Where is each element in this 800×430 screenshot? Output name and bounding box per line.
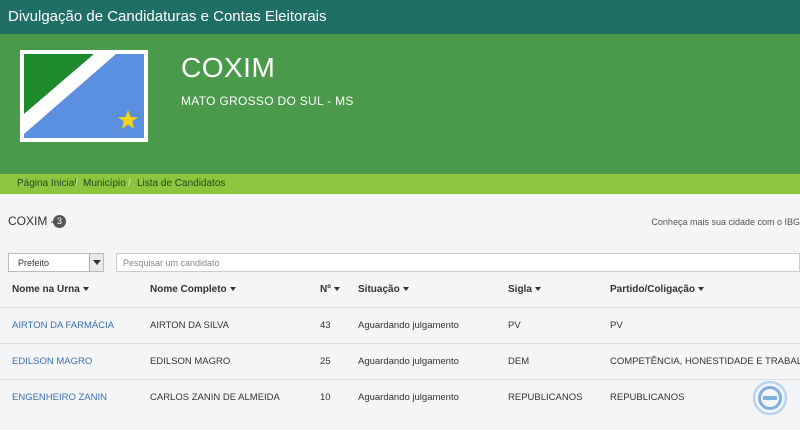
candidate-name-link[interactable]: ENGENHEIRO ZANIN bbox=[12, 392, 107, 403]
candidate-full-name: EDILSON MAGRO bbox=[150, 356, 231, 367]
party-coalition: REPUBLICANOS bbox=[610, 392, 685, 403]
party-coalition: PV bbox=[610, 320, 623, 331]
breadcrumb-separator: / bbox=[128, 178, 131, 189]
candidate-number: 43 bbox=[320, 320, 331, 331]
column-header-nome-urna[interactable]: Nome na Urna bbox=[12, 284, 89, 295]
candidate-number: 25 bbox=[320, 356, 331, 367]
breadcrumb-municipio[interactable]: Município bbox=[83, 178, 126, 189]
candidate-search-input[interactable] bbox=[116, 253, 800, 272]
party-acronym: PV bbox=[508, 320, 521, 331]
ms-flag-icon bbox=[24, 54, 144, 138]
app-title[interactable]: Divulgação de Candidaturas e Contas Elei… bbox=[8, 8, 327, 25]
table-row: EDILSON MAGRO EDILSON MAGRO 25 Aguardand… bbox=[0, 343, 800, 379]
party-coalition: COMPETÊNCIA, HONESTIDADE E TRABALHO bbox=[610, 356, 800, 367]
breadcrumb-current: Lista de Candidatos bbox=[137, 178, 226, 189]
party-acronym: DEM bbox=[508, 356, 530, 367]
results-count-badge: 3 bbox=[53, 215, 66, 228]
column-header-partido[interactable]: Partido/Coligação bbox=[610, 284, 705, 295]
candidate-name-link[interactable]: AIRTON DA FARMÁCIA bbox=[12, 320, 114, 331]
sort-caret-icon bbox=[698, 287, 705, 292]
table-row: ENGENHEIRO ZANIN CARLOS ZANIN DE ALMEIDA… bbox=[0, 379, 800, 415]
sort-caret-icon bbox=[402, 287, 409, 292]
column-header-situacao[interactable]: Situação bbox=[358, 284, 409, 295]
ibge-link[interactable]: Conheça mais sua cidade com o IBGE bbox=[651, 217, 800, 227]
candidate-status: Aguardando julgamento bbox=[358, 320, 459, 331]
breadcrumb-separator: / bbox=[75, 178, 78, 189]
city-banner: COXIM MATO GROSSO DO SUL - MS bbox=[0, 34, 800, 174]
breadcrumb: Página Inicial / Município / Lista de Ca… bbox=[0, 174, 800, 194]
table-row: AIRTON DA FARMÁCIA AIRTON DA SILVA 43 Ag… bbox=[0, 307, 800, 343]
party-acronym: REPUBLICANOS bbox=[508, 392, 583, 403]
sort-caret-icon bbox=[333, 287, 340, 292]
sort-caret-icon bbox=[82, 287, 89, 292]
state-flag-image bbox=[20, 50, 148, 142]
candidate-status: Aguardando julgamento bbox=[358, 356, 459, 367]
column-header-sigla[interactable]: Sigla bbox=[508, 284, 541, 295]
results-summary: COXIM - 3 Conheça mais sua cidade com o … bbox=[0, 206, 800, 236]
candidate-name-link[interactable]: EDILSON MAGRO bbox=[12, 356, 92, 367]
column-header-nome-completo[interactable]: Nome Completo bbox=[150, 284, 236, 295]
sort-caret-icon bbox=[229, 287, 236, 292]
candidate-full-name: AIRTON DA SILVA bbox=[150, 320, 230, 331]
candidate-status: Aguardando julgamento bbox=[358, 392, 459, 403]
cargo-select[interactable]: Prefeito bbox=[8, 253, 104, 272]
column-header-numero[interactable]: Nº bbox=[320, 284, 340, 295]
breadcrumb-home[interactable]: Página Inicial bbox=[17, 178, 76, 189]
sort-caret-icon bbox=[534, 287, 541, 292]
candidate-full-name: CARLOS ZANIN DE ALMEIDA bbox=[150, 392, 280, 403]
chevron-down-icon[interactable] bbox=[89, 254, 103, 271]
state-name: MATO GROSSO DO SUL - MS bbox=[181, 94, 354, 108]
city-name: COXIM bbox=[181, 52, 276, 83]
eleicoes-logo-icon[interactable] bbox=[752, 380, 788, 416]
top-bar: Divulgação de Candidaturas e Contas Elei… bbox=[0, 0, 800, 34]
cargo-select-value: Prefeito bbox=[18, 258, 50, 268]
candidate-number: 10 bbox=[320, 392, 331, 403]
results-title: COXIM - bbox=[8, 214, 55, 228]
